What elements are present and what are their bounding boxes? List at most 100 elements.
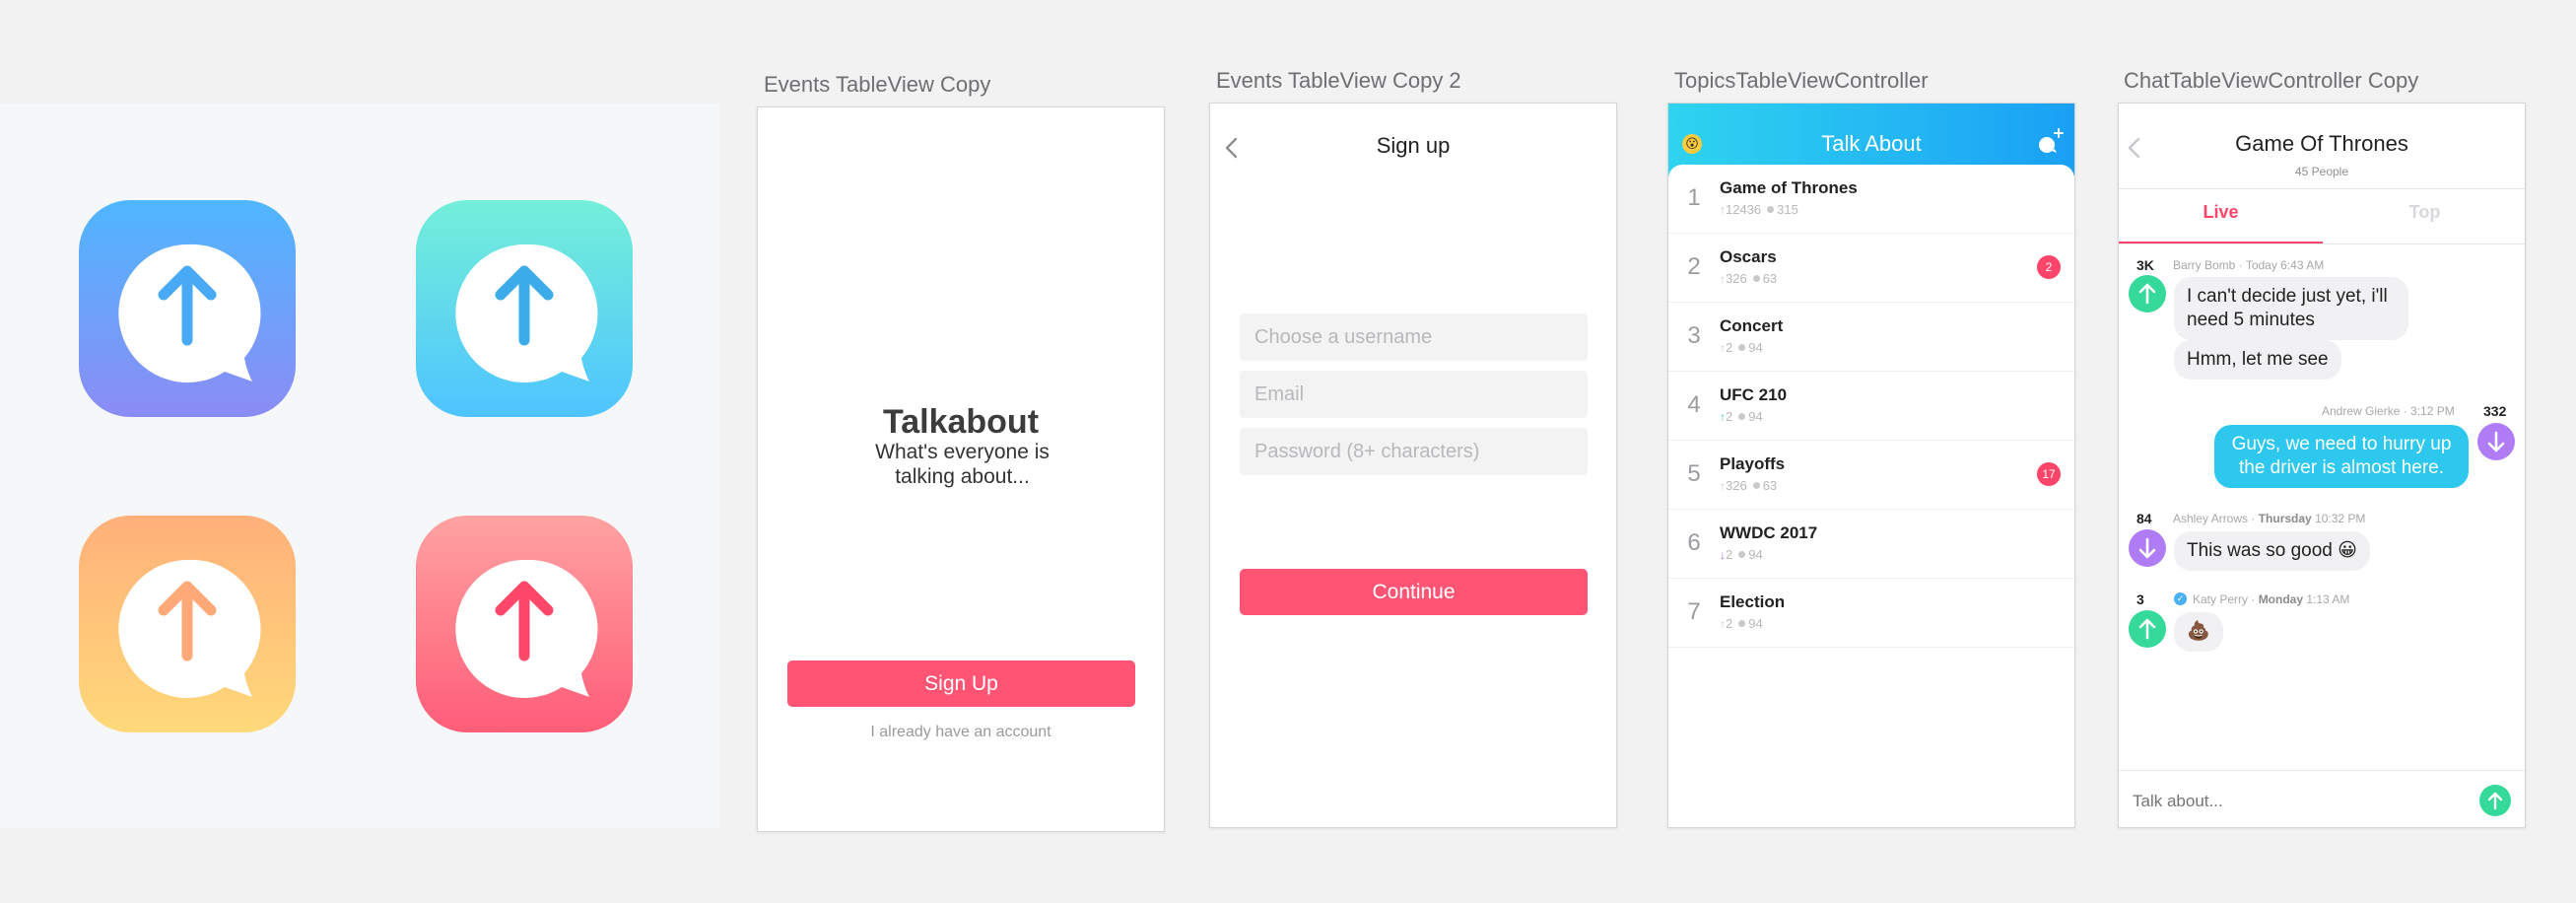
downvote-icon[interactable] <box>2477 423 2515 460</box>
password-field[interactable] <box>1240 428 1588 475</box>
send-arrow-icon <box>2479 785 2511 816</box>
topic-name: UFC 210 <box>1720 385 1788 404</box>
signup-screen: Sign up Continue <box>1209 103 1617 828</box>
message-bubble: Hmm, let me see <box>2174 340 2341 380</box>
author-name: Katy Perry <box>2193 592 2249 606</box>
app-icon-pink <box>416 516 633 732</box>
message-day: Monday <box>2258 592 2304 606</box>
topic-rank: 6 <box>1687 529 1701 556</box>
topic-rank: 4 <box>1687 391 1701 418</box>
chat-title: Game Of Thrones <box>2235 131 2408 156</box>
topic-row[interactable]: 3 Concert ↑2 94 <box>1668 303 2074 372</box>
topic-row[interactable]: 2 Oscars ↑326 63 2 <box>1668 234 2074 303</box>
tab-top[interactable]: Top <box>2323 202 2525 223</box>
speech-arrow-icon <box>79 516 296 732</box>
vote-count: 12436 <box>1726 202 1762 217</box>
topic-stats: ↑2 94 <box>1720 409 1763 424</box>
vote-count: 2 <box>1726 547 1733 562</box>
topic-row[interactable]: 4 UFC 210 ↑2 94 <box>1668 372 2074 441</box>
comment-dot-icon <box>1738 413 1746 420</box>
composer-divider <box>2119 770 2525 771</box>
verified-icon: ✓ <box>2174 592 2187 605</box>
topic-name: WWDC 2017 <box>1720 523 1818 542</box>
tab-divider <box>2119 243 2525 244</box>
sign-up-button[interactable]: Sign Up <box>787 660 1135 707</box>
author-name: Barry Bomb <box>2173 258 2236 272</box>
upvote-icon[interactable] <box>2129 275 2166 313</box>
comment-dot-icon <box>1767 206 1775 213</box>
comment-dot-icon <box>1738 551 1746 558</box>
topic-stats: ↓2 94 <box>1720 547 1763 562</box>
unread-badge: 2 <box>2037 255 2061 279</box>
author-name: Andrew Gierke <box>2322 404 2401 418</box>
message-input[interactable] <box>2133 782 2458 821</box>
chat-screen: Game Of Thrones 45 People Live Top 3K Ba… <box>2118 103 2526 828</box>
message-meta: Andrew Gierke · 3:12 PM <box>2322 404 2455 418</box>
topic-row[interactable]: 1 Game of Thrones ↑12436 315 <box>1668 165 2074 234</box>
people-count: 45 People <box>2294 165 2349 178</box>
artboard-label-topics: TopicsTableViewController <box>1674 68 1929 93</box>
topics-title: Talk About <box>1821 131 1922 156</box>
app-tagline: What's everyone is talking about... <box>875 441 1050 488</box>
topic-row[interactable]: 7 Election ↑2 94 <box>1668 579 2074 648</box>
topic-name: Concert <box>1720 316 1784 335</box>
topic-stats: ↑2 94 <box>1720 340 1763 355</box>
comment-count: 94 <box>1748 340 1763 355</box>
topic-stats: ↑12436 315 <box>1720 202 1798 217</box>
comment-dot-icon <box>1752 275 1760 282</box>
app-icon-teal <box>416 200 633 417</box>
speech-arrow-icon <box>416 200 633 417</box>
topic-rank: 7 <box>1687 598 1701 625</box>
artboard-label-events: Events TableView Copy <box>764 72 991 97</box>
message-bubble: This was so good 😀 <box>2174 531 2370 571</box>
message-bubble: I can't decide just yet, i'll need 5 min… <box>2174 277 2408 340</box>
topic-rank: 5 <box>1687 460 1701 487</box>
comment-count: 94 <box>1748 409 1763 424</box>
app-icon-panel <box>0 104 719 828</box>
app-icon-orange <box>79 516 296 732</box>
welcome-screen: Talkabout What's everyone is talking abo… <box>757 106 1165 832</box>
topic-name: Game of Thrones <box>1720 178 1858 197</box>
comment-count: 63 <box>1762 478 1778 493</box>
topic-rank: 3 <box>1687 322 1701 349</box>
vote-count: 332 <box>2483 403 2507 419</box>
username-field[interactable] <box>1240 313 1588 361</box>
vote-count: 2 <box>1726 616 1733 631</box>
vote-count: 326 <box>1726 271 1747 286</box>
topics-screen: 😮 Talk About 1 Game of Thrones ↑12436 315 2 O… <box>1667 103 2075 828</box>
email-field[interactable] <box>1240 371 1588 418</box>
comment-count: 63 <box>1762 271 1778 286</box>
message-time: 10:32 PM <box>2315 512 2366 525</box>
vote-count: 84 <box>2136 511 2152 526</box>
upvote-icon[interactable] <box>2129 610 2166 648</box>
topic-stats: ↑326 63 <box>1720 271 1777 286</box>
message-bubble-outgoing: Guys, we need to hurry up the driver is … <box>2214 425 2469 488</box>
speech-arrow-icon <box>79 200 296 417</box>
login-link[interactable]: I already have an account <box>758 724 1164 741</box>
comment-count: 94 <box>1748 547 1763 562</box>
topic-list: 1 Game of Thrones ↑12436 315 2 Oscars ↑326 63 2 3… <box>1668 165 2074 827</box>
topic-rank: 1 <box>1687 184 1701 211</box>
topic-row[interactable]: 6 WWDC 2017 ↓2 94 <box>1668 510 2074 579</box>
vote-count: 3 <box>2136 591 2144 607</box>
new-topic-icon[interactable] <box>2035 127 2065 157</box>
tab-live[interactable]: Live <box>2119 202 2323 223</box>
continue-button[interactable]: Continue <box>1240 569 1588 615</box>
unread-badge: 17 <box>2037 462 2061 486</box>
send-button[interactable] <box>2479 785 2511 816</box>
message-time: 1:13 AM <box>2306 592 2350 606</box>
message-meta: Ashley Arrows · Thursday 10:32 PM <box>2173 512 2366 525</box>
signup-title: Sign up <box>1376 133 1451 158</box>
topic-rank: 2 <box>1687 253 1701 280</box>
vote-count: 2 <box>1726 409 1733 424</box>
topic-name: Election <box>1720 592 1786 611</box>
message-meta: Katy Perry · Monday 1:13 AM <box>2193 592 2350 606</box>
downvote-icon[interactable] <box>2129 529 2166 567</box>
topic-row[interactable]: 5 Playoffs ↑326 63 17 <box>1668 441 2074 510</box>
topic-name: Oscars <box>1720 247 1777 266</box>
speech-arrow-icon <box>416 516 633 732</box>
vote-count: 3K <box>2136 257 2154 273</box>
topic-name: Playoffs <box>1720 454 1786 473</box>
artboard-label-signup: Events TableView Copy 2 <box>1216 68 1461 93</box>
message-time: 3:12 PM <box>2410 404 2455 418</box>
